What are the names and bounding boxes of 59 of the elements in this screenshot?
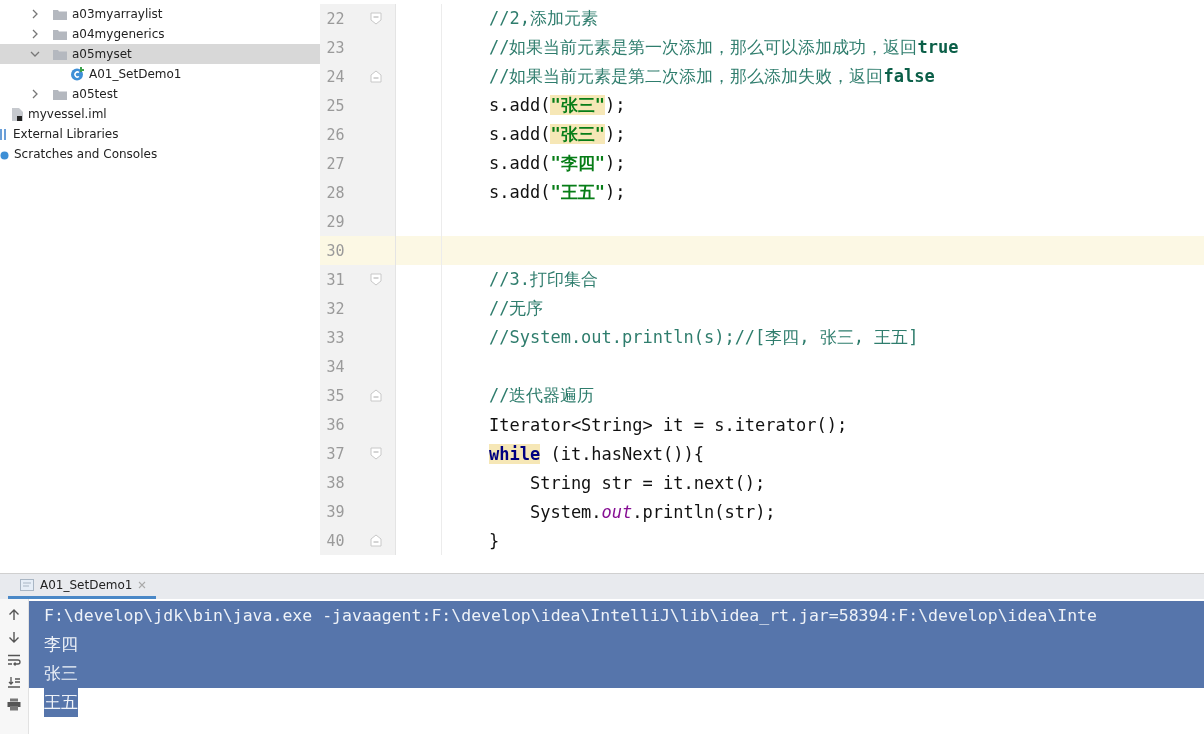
code-text: s.add("张三"); [489,95,626,115]
up-arrow-icon[interactable] [8,608,20,621]
code-text: s.add("李四"); [489,153,626,173]
code-text: //2,添加元素 [489,8,598,28]
line-number: 38 [325,473,345,492]
line-number: 29 [325,212,345,231]
wrap-icon[interactable] [7,654,21,666]
chevron-icon[interactable] [30,49,40,59]
line-number: 28 [325,183,345,202]
line-number: 35 [325,386,345,405]
line-number: 31 [325,270,345,289]
chevron-icon[interactable] [30,9,40,19]
line-number: 33 [325,328,345,347]
library-icon [0,128,8,140]
chevron-icon[interactable] [30,29,40,39]
folder-icon [53,88,67,100]
print-icon[interactable] [7,698,21,711]
tree-item[interactable]: A01_SetDemo1 [0,64,320,84]
tree-item[interactable]: a04mygenerics [0,24,320,44]
folder-icon [53,48,67,60]
scroll-end-icon[interactable] [7,676,21,688]
line-number: 22 [325,9,345,28]
console-icon [20,579,34,591]
folder-icon [53,28,67,40]
tree-item[interactable]: Scratches and Consoles [0,144,320,164]
line-number: 24 [325,67,345,86]
code-text: s.add("张三"); [489,124,626,144]
class-icon [70,67,84,81]
file-icon [12,107,23,121]
code-text: //无序 [489,298,544,318]
folder-icon [53,8,67,20]
tree-item[interactable]: a05test [0,84,320,104]
down-arrow-icon[interactable] [8,631,20,644]
code-text: while (it.hasNext()){ [489,443,704,464]
tree-item[interactable]: External Libraries [0,124,320,144]
line-number: 36 [325,415,345,434]
code-text: //迭代器遍历 [489,385,595,405]
line-number: 23 [325,38,345,57]
code-text: Iterator<String> it = s.iterator(); [489,414,848,435]
code-text: String str = it.next(); [528,472,766,493]
code-text: s.add("王五"); [489,182,626,202]
line-number: 25 [325,96,345,115]
line-number: 27 [325,154,345,173]
code-text: } [489,530,500,551]
tree-item[interactable]: myvessel.iml [0,104,320,124]
line-number: 39 [325,502,345,521]
code-text: //如果当前元素是第一次添加，那么可以添加成功，返回true [489,37,959,57]
code-text: //如果当前元素是第二次添加，那么添加失败，返回false [489,66,935,86]
code-text: System.out.println(str); [528,501,776,522]
tree-item[interactable]: a05myset [0,44,320,64]
line-number: 40 [325,531,345,550]
line-number: 34 [325,357,345,376]
code-text: //System.out.println(s);//[李四, 张三, 王五] [489,327,919,347]
line-number: 32 [325,299,345,318]
tree-item[interactable]: a03myarraylist [0,4,320,24]
code-text: //3.打印集合 [489,269,598,289]
line-number: 37 [325,444,345,463]
chevron-icon[interactable] [30,89,40,99]
line-number: 26 [325,125,345,144]
